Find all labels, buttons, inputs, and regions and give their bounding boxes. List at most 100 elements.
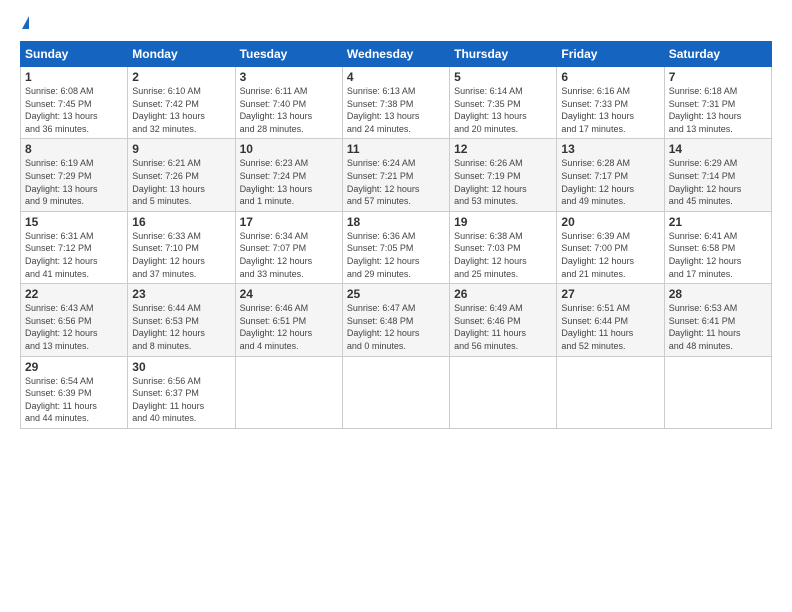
calendar-cell: 17Sunrise: 6:34 AM Sunset: 7:07 PM Dayli…: [235, 211, 342, 283]
calendar-day-header: Sunday: [21, 42, 128, 67]
day-number: 10: [240, 142, 338, 156]
calendar-cell: 6Sunrise: 6:16 AM Sunset: 7:33 PM Daylig…: [557, 67, 664, 139]
calendar-cell: [235, 356, 342, 428]
day-number: 1: [25, 70, 123, 84]
day-number: 2: [132, 70, 230, 84]
calendar-cell: 16Sunrise: 6:33 AM Sunset: 7:10 PM Dayli…: [128, 211, 235, 283]
calendar-day-header: Thursday: [450, 42, 557, 67]
day-number: 13: [561, 142, 659, 156]
day-info: Sunrise: 6:10 AM Sunset: 7:42 PM Dayligh…: [132, 85, 230, 135]
day-info: Sunrise: 6:43 AM Sunset: 6:56 PM Dayligh…: [25, 302, 123, 352]
calendar-cell: 9Sunrise: 6:21 AM Sunset: 7:26 PM Daylig…: [128, 139, 235, 211]
calendar-week-row: 15Sunrise: 6:31 AM Sunset: 7:12 PM Dayli…: [21, 211, 772, 283]
calendar-day-header: Saturday: [664, 42, 771, 67]
calendar-week-row: 8Sunrise: 6:19 AM Sunset: 7:29 PM Daylig…: [21, 139, 772, 211]
day-number: 17: [240, 215, 338, 229]
day-number: 25: [347, 287, 445, 301]
header: [20, 18, 772, 31]
day-info: Sunrise: 6:36 AM Sunset: 7:05 PM Dayligh…: [347, 230, 445, 280]
day-info: Sunrise: 6:29 AM Sunset: 7:14 PM Dayligh…: [669, 157, 767, 207]
calendar-cell: [450, 356, 557, 428]
day-number: 8: [25, 142, 123, 156]
day-number: 14: [669, 142, 767, 156]
logo: [20, 18, 29, 31]
day-info: Sunrise: 6:49 AM Sunset: 6:46 PM Dayligh…: [454, 302, 552, 352]
calendar-cell: 8Sunrise: 6:19 AM Sunset: 7:29 PM Daylig…: [21, 139, 128, 211]
calendar-header-row: SundayMondayTuesdayWednesdayThursdayFrid…: [21, 42, 772, 67]
day-info: Sunrise: 6:31 AM Sunset: 7:12 PM Dayligh…: [25, 230, 123, 280]
calendar-cell: 20Sunrise: 6:39 AM Sunset: 7:00 PM Dayli…: [557, 211, 664, 283]
calendar-day-header: Wednesday: [342, 42, 449, 67]
calendar-cell: 1Sunrise: 6:08 AM Sunset: 7:45 PM Daylig…: [21, 67, 128, 139]
calendar-week-row: 1Sunrise: 6:08 AM Sunset: 7:45 PM Daylig…: [21, 67, 772, 139]
day-number: 6: [561, 70, 659, 84]
calendar-cell: 21Sunrise: 6:41 AM Sunset: 6:58 PM Dayli…: [664, 211, 771, 283]
day-info: Sunrise: 6:38 AM Sunset: 7:03 PM Dayligh…: [454, 230, 552, 280]
calendar-cell: 22Sunrise: 6:43 AM Sunset: 6:56 PM Dayli…: [21, 284, 128, 356]
day-number: 11: [347, 142, 445, 156]
calendar-cell: 14Sunrise: 6:29 AM Sunset: 7:14 PM Dayli…: [664, 139, 771, 211]
day-info: Sunrise: 6:16 AM Sunset: 7:33 PM Dayligh…: [561, 85, 659, 135]
day-number: 20: [561, 215, 659, 229]
calendar-cell: [664, 356, 771, 428]
day-info: Sunrise: 6:56 AM Sunset: 6:37 PM Dayligh…: [132, 375, 230, 425]
day-info: Sunrise: 6:14 AM Sunset: 7:35 PM Dayligh…: [454, 85, 552, 135]
day-info: Sunrise: 6:18 AM Sunset: 7:31 PM Dayligh…: [669, 85, 767, 135]
day-number: 16: [132, 215, 230, 229]
day-info: Sunrise: 6:33 AM Sunset: 7:10 PM Dayligh…: [132, 230, 230, 280]
day-info: Sunrise: 6:51 AM Sunset: 6:44 PM Dayligh…: [561, 302, 659, 352]
day-number: 19: [454, 215, 552, 229]
page: SundayMondayTuesdayWednesdayThursdayFrid…: [0, 0, 792, 612]
calendar-cell: 26Sunrise: 6:49 AM Sunset: 6:46 PM Dayli…: [450, 284, 557, 356]
day-number: 29: [25, 360, 123, 374]
calendar-cell: 30Sunrise: 6:56 AM Sunset: 6:37 PM Dayli…: [128, 356, 235, 428]
day-info: Sunrise: 6:39 AM Sunset: 7:00 PM Dayligh…: [561, 230, 659, 280]
calendar-cell: 18Sunrise: 6:36 AM Sunset: 7:05 PM Dayli…: [342, 211, 449, 283]
calendar-cell: 10Sunrise: 6:23 AM Sunset: 7:24 PM Dayli…: [235, 139, 342, 211]
calendar-cell: 11Sunrise: 6:24 AM Sunset: 7:21 PM Dayli…: [342, 139, 449, 211]
calendar-cell: 3Sunrise: 6:11 AM Sunset: 7:40 PM Daylig…: [235, 67, 342, 139]
day-info: Sunrise: 6:26 AM Sunset: 7:19 PM Dayligh…: [454, 157, 552, 207]
day-number: 9: [132, 142, 230, 156]
day-number: 26: [454, 287, 552, 301]
logo-triangle-icon: [22, 16, 29, 29]
calendar-cell: 25Sunrise: 6:47 AM Sunset: 6:48 PM Dayli…: [342, 284, 449, 356]
calendar-cell: 15Sunrise: 6:31 AM Sunset: 7:12 PM Dayli…: [21, 211, 128, 283]
calendar-day-header: Tuesday: [235, 42, 342, 67]
day-info: Sunrise: 6:44 AM Sunset: 6:53 PM Dayligh…: [132, 302, 230, 352]
day-info: Sunrise: 6:53 AM Sunset: 6:41 PM Dayligh…: [669, 302, 767, 352]
calendar-day-header: Friday: [557, 42, 664, 67]
calendar-cell: 2Sunrise: 6:10 AM Sunset: 7:42 PM Daylig…: [128, 67, 235, 139]
day-number: 12: [454, 142, 552, 156]
calendar-cell: [342, 356, 449, 428]
day-info: Sunrise: 6:54 AM Sunset: 6:39 PM Dayligh…: [25, 375, 123, 425]
day-info: Sunrise: 6:28 AM Sunset: 7:17 PM Dayligh…: [561, 157, 659, 207]
day-info: Sunrise: 6:47 AM Sunset: 6:48 PM Dayligh…: [347, 302, 445, 352]
day-number: 24: [240, 287, 338, 301]
calendar-cell: 24Sunrise: 6:46 AM Sunset: 6:51 PM Dayli…: [235, 284, 342, 356]
calendar-cell: 28Sunrise: 6:53 AM Sunset: 6:41 PM Dayli…: [664, 284, 771, 356]
day-info: Sunrise: 6:46 AM Sunset: 6:51 PM Dayligh…: [240, 302, 338, 352]
calendar-cell: 23Sunrise: 6:44 AM Sunset: 6:53 PM Dayli…: [128, 284, 235, 356]
day-info: Sunrise: 6:34 AM Sunset: 7:07 PM Dayligh…: [240, 230, 338, 280]
day-info: Sunrise: 6:19 AM Sunset: 7:29 PM Dayligh…: [25, 157, 123, 207]
day-number: 3: [240, 70, 338, 84]
day-number: 7: [669, 70, 767, 84]
day-number: 30: [132, 360, 230, 374]
day-number: 23: [132, 287, 230, 301]
day-info: Sunrise: 6:23 AM Sunset: 7:24 PM Dayligh…: [240, 157, 338, 207]
day-info: Sunrise: 6:08 AM Sunset: 7:45 PM Dayligh…: [25, 85, 123, 135]
day-info: Sunrise: 6:11 AM Sunset: 7:40 PM Dayligh…: [240, 85, 338, 135]
day-info: Sunrise: 6:41 AM Sunset: 6:58 PM Dayligh…: [669, 230, 767, 280]
day-number: 27: [561, 287, 659, 301]
calendar-cell: 19Sunrise: 6:38 AM Sunset: 7:03 PM Dayli…: [450, 211, 557, 283]
day-number: 5: [454, 70, 552, 84]
day-number: 22: [25, 287, 123, 301]
day-number: 4: [347, 70, 445, 84]
calendar-cell: 4Sunrise: 6:13 AM Sunset: 7:38 PM Daylig…: [342, 67, 449, 139]
day-number: 18: [347, 215, 445, 229]
calendar-week-row: 22Sunrise: 6:43 AM Sunset: 6:56 PM Dayli…: [21, 284, 772, 356]
calendar-cell: 27Sunrise: 6:51 AM Sunset: 6:44 PM Dayli…: [557, 284, 664, 356]
calendar-cell: 29Sunrise: 6:54 AM Sunset: 6:39 PM Dayli…: [21, 356, 128, 428]
calendar-cell: 12Sunrise: 6:26 AM Sunset: 7:19 PM Dayli…: [450, 139, 557, 211]
